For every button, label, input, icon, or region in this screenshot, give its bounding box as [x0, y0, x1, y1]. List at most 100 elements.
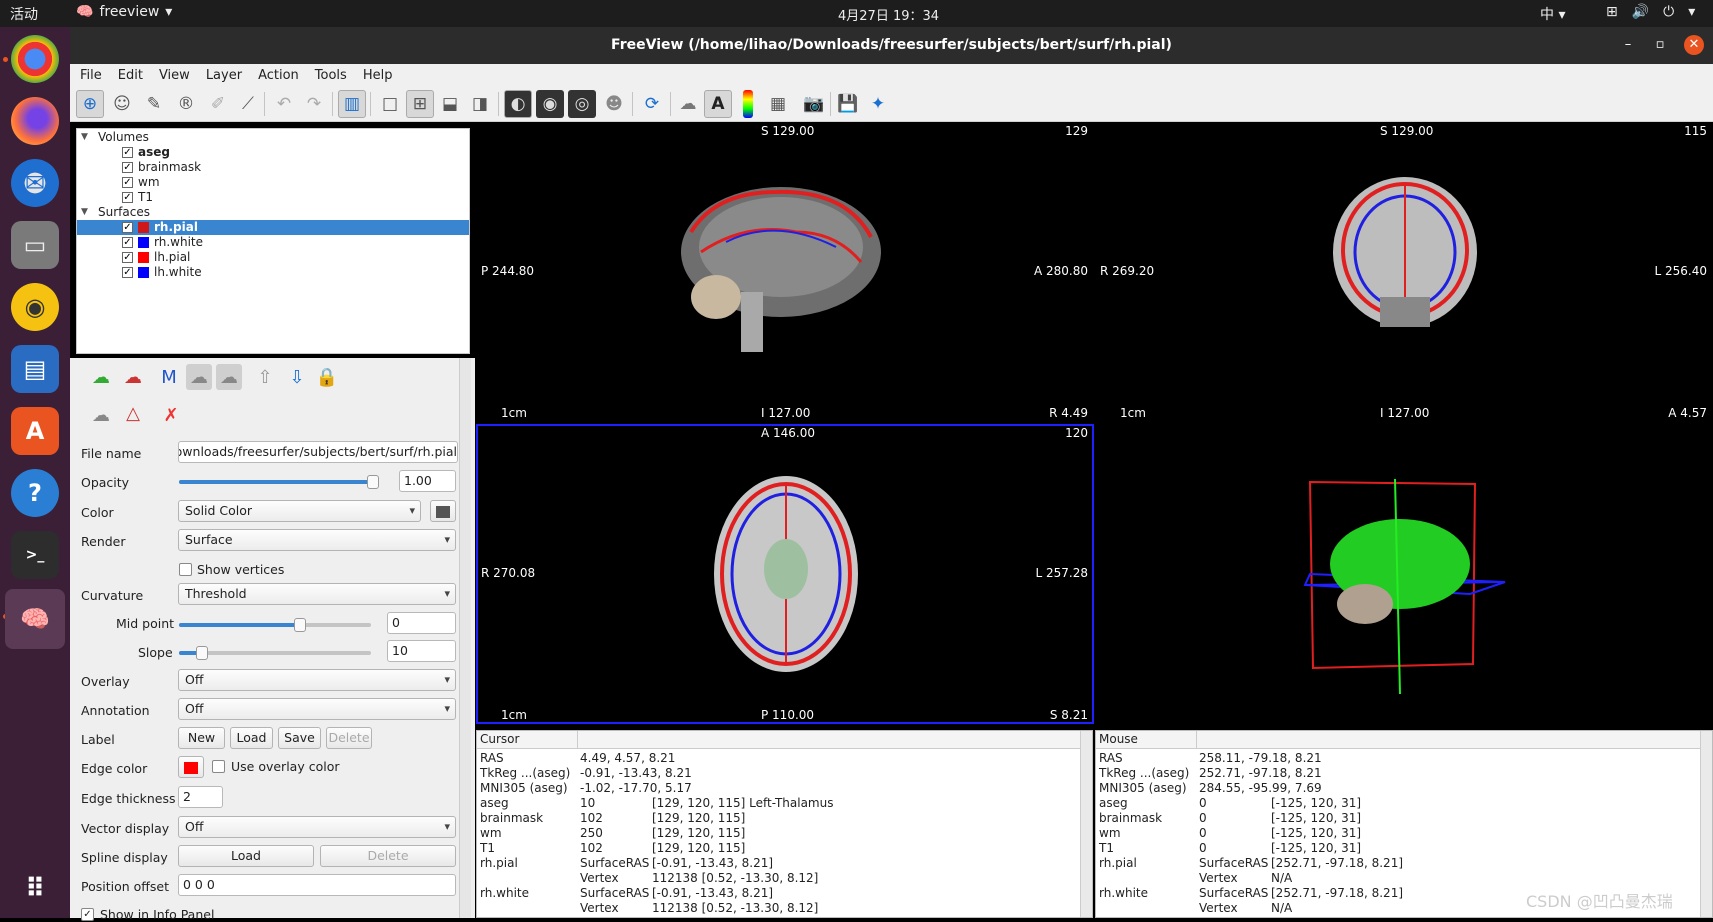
delete-points-icon[interactable]: ✗ — [158, 402, 184, 428]
chrome-icon[interactable] — [11, 35, 59, 83]
freeview-dock-icon[interactable]: 🧠 — [5, 589, 65, 649]
menu-tools[interactable]: Tools — [315, 68, 347, 83]
visibility-checkbox[interactable]: ✓ — [122, 267, 133, 278]
visibility-checkbox[interactable]: ✓ — [122, 222, 133, 233]
path-tool-icon[interactable]: △ — [120, 400, 146, 426]
close-button[interactable]: ✕ — [1684, 35, 1704, 55]
app-menu[interactable]: 🧠 freeview ▾ — [76, 4, 172, 20]
screenshot-icon[interactable]: 📷 — [800, 90, 828, 118]
layout-1x1-icon[interactable]: □ — [376, 90, 404, 118]
redo-icon[interactable]: ↷ — [300, 90, 328, 118]
show-vertices-checkbox[interactable] — [179, 563, 192, 576]
menu-edit[interactable]: Edit — [118, 68, 143, 83]
show-in-info-panel-checkbox[interactable]: ✓ — [81, 908, 94, 921]
label-delete-button[interactable]: Delete — [326, 727, 372, 749]
input-method-indicator[interactable]: 中 ▾ — [1540, 4, 1565, 24]
tree-item-rh-white[interactable]: ✓ rh.white — [122, 235, 203, 250]
goto-point-icon[interactable]: ✦ — [864, 90, 892, 118]
point-set-edit-icon[interactable]: ✐ — [204, 90, 232, 118]
cursor-info-scrollbar[interactable] — [1080, 731, 1092, 917]
maximize-button[interactable]: ▫ — [1650, 35, 1670, 55]
label-save-button[interactable]: Save — [278, 727, 321, 749]
vector-display-select[interactable]: Off — [178, 816, 456, 838]
thunderbird-icon[interactable]: ✉ — [11, 159, 59, 207]
roi-edit-icon[interactable]: ® — [172, 90, 200, 118]
menu-action[interactable]: Action — [258, 68, 299, 83]
layout-2x2-icon[interactable]: ⊞ — [406, 90, 434, 118]
menu-file[interactable]: File — [80, 68, 102, 83]
writer-icon[interactable]: ▤ — [11, 345, 59, 393]
collapse-arrow-icon[interactable]: ▼ — [81, 205, 93, 220]
terminal-icon[interactable]: >_ — [11, 531, 59, 579]
position-offset-field[interactable]: 0 0 0 — [178, 874, 456, 896]
coordinate-info-icon[interactable]: ▦ — [764, 90, 792, 118]
axial-view[interactable]: A 146.00 120 R 270.08 L 257.28 1cm P 110… — [476, 424, 1094, 724]
curvature-mode-select[interactable]: Threshold — [178, 583, 456, 605]
layout-1-3-icon[interactable]: ⬓ — [436, 90, 464, 118]
minimize-button[interactable]: – — [1618, 35, 1638, 55]
midpoint-slider[interactable] — [179, 618, 371, 632]
annotation-select[interactable]: Off — [178, 698, 456, 720]
file-name-field[interactable]: Downloads/freesurfer/subjects/bert/surf/… — [178, 441, 458, 463]
mouse-info-scrollbar[interactable] — [1700, 731, 1712, 917]
visibility-checkbox[interactable]: ✓ — [122, 147, 133, 158]
3d-view[interactable] — [1095, 424, 1713, 724]
visibility-checkbox[interactable]: ✓ — [122, 192, 133, 203]
opacity-slider[interactable] — [179, 475, 379, 489]
opacity-slider-handle[interactable] — [367, 475, 379, 489]
opacity-spinbox[interactable]: 1.00 — [399, 470, 456, 492]
tree-item-aseg[interactable]: ✓ aseg — [122, 145, 170, 160]
view-coronal-icon[interactable]: ◉ — [536, 90, 564, 118]
tree-item-brainmask[interactable]: ✓ brainmask — [122, 160, 201, 175]
panel-scrollbar[interactable] — [459, 358, 471, 918]
collapse-arrow-icon[interactable]: ▼ — [81, 130, 93, 145]
close-surface-icon[interactable]: ☁ — [120, 364, 146, 390]
tree-group-volumes[interactable]: ▼ Volumes — [81, 130, 149, 145]
midpoint-input[interactable]: 0 — [387, 612, 456, 634]
rhythmbox-icon[interactable]: ◉ — [11, 283, 59, 331]
menu-layer[interactable]: Layer — [206, 68, 242, 83]
use-overlay-color-checkbox[interactable] — [212, 760, 225, 773]
move-down-icon[interactable]: ⇩ — [284, 364, 310, 390]
spline-delete-button[interactable]: Delete — [320, 845, 456, 867]
voxel-edit-icon[interactable]: ☺ — [108, 90, 136, 118]
tree-item-t1[interactable]: ✓ T1 — [122, 190, 153, 205]
view-axial-icon[interactable]: ◎ — [568, 90, 596, 118]
edge-color-button[interactable] — [178, 756, 204, 778]
menu-help[interactable]: Help — [363, 68, 393, 83]
firefox-icon[interactable] — [11, 97, 59, 145]
edge-thickness-spinbox[interactable]: 2 — [178, 786, 223, 808]
recon-edit-icon[interactable]: ✎ — [140, 90, 168, 118]
tree-item-rh-pial[interactable]: ✓ rh.pial — [77, 220, 469, 235]
color-picker-button[interactable] — [430, 500, 456, 522]
clock[interactable]: 4月27日 19：34 — [838, 5, 939, 24]
show-surface-icon[interactable]: ☁ — [674, 90, 702, 118]
show-apps-icon[interactable]: ⠿ — [11, 865, 59, 913]
tree-group-surfaces[interactable]: ▼ Surfaces — [81, 205, 150, 220]
color-bar-icon[interactable] — [743, 90, 753, 118]
measure-tool-icon[interactable]: ⟋ — [234, 90, 262, 118]
reset-view-icon[interactable]: ⟳ — [638, 90, 666, 118]
slope-slider-handle[interactable] — [196, 646, 208, 660]
render-mode-select[interactable]: Surface — [178, 529, 456, 551]
visibility-checkbox[interactable]: ✓ — [122, 162, 133, 173]
files-icon[interactable]: ▭ — [11, 221, 59, 269]
load-surface-icon[interactable]: ☁ — [88, 364, 114, 390]
move-up-icon[interactable]: ⇧ — [252, 364, 278, 390]
layout-1-3-horizontal-icon[interactable]: ◨ — [466, 90, 494, 118]
sagittal-view[interactable]: S 129.00 129 P 244.80 A 280.80 1cm I 127… — [476, 122, 1094, 422]
overlay-select[interactable]: Off — [178, 669, 456, 691]
tree-item-lh-pial[interactable]: ✓ lh.pial — [122, 250, 190, 265]
navigate-tool-icon[interactable]: ⊕ — [76, 90, 104, 118]
menu-view[interactable]: View — [159, 68, 190, 83]
inflated-surface-icon[interactable]: ☁ — [186, 364, 212, 390]
midpoint-slider-handle[interactable] — [294, 618, 306, 632]
color-mode-select[interactable]: Solid Color — [178, 500, 421, 522]
activities-button[interactable]: 活动 — [10, 4, 38, 24]
save-point-icon[interactable]: 💾 — [834, 90, 862, 118]
spline-load-button[interactable]: Load — [178, 845, 314, 867]
undo-icon[interactable]: ↶ — [270, 90, 298, 118]
show-annotation-text-icon[interactable]: A — [704, 90, 732, 118]
coronal-view[interactable]: S 129.00 115 R 269.20 L 256.40 1cm I 127… — [1095, 122, 1713, 422]
surface-settings-icon[interactable]: ☁ — [88, 402, 114, 428]
